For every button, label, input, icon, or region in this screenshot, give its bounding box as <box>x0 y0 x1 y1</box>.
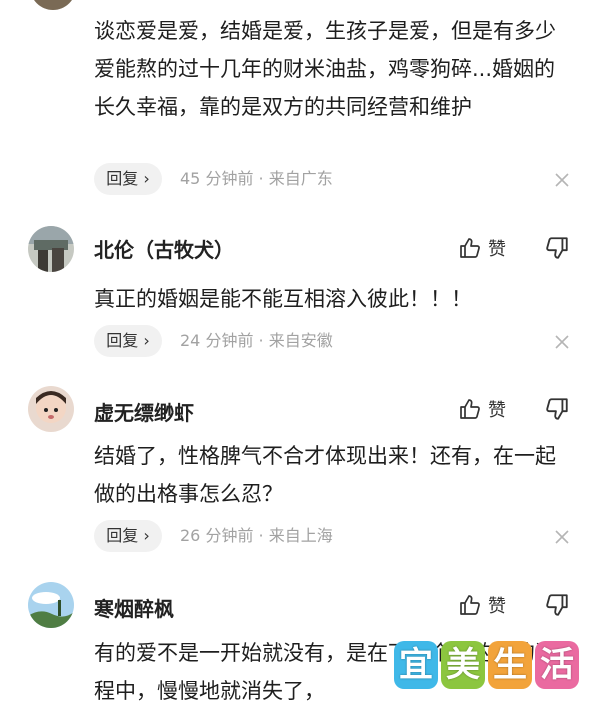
comment-meta: 26 分钟前 · 来自上海 <box>180 526 333 545</box>
like-label: 赞 <box>488 596 506 617</box>
close-icon[interactable] <box>552 527 572 547</box>
username[interactable]: 寒烟醉枫 <box>94 593 174 622</box>
comment-meta: 24 分钟前 · 来自安徽 <box>180 331 333 350</box>
like-button[interactable]: 赞 <box>458 396 506 422</box>
reply-button[interactable]: 回复 › <box>94 520 162 552</box>
avatar[interactable] <box>28 582 74 628</box>
watermark-char: 活 <box>535 641 579 689</box>
watermark-char: 美 <box>441 641 485 689</box>
close-icon[interactable] <box>552 332 572 352</box>
like-label: 赞 <box>488 239 506 260</box>
reply-button[interactable]: 回复 › <box>94 163 162 195</box>
comment-meta: 45 分钟前 · 来自广东 <box>180 169 333 188</box>
close-icon[interactable] <box>552 170 572 190</box>
comment-text: 结婚了，性格脾气不合才体现出来！还有，在一起做的出格事怎么忍？ <box>94 444 556 506</box>
thumbs-down-icon[interactable] <box>544 235 570 261</box>
like-button[interactable]: 赞 <box>458 592 506 618</box>
watermark-logo: 宜 美 生 活 <box>394 641 580 693</box>
username[interactable]: 虚无缥缈虾 <box>94 397 194 426</box>
thumbs-up-icon <box>458 593 482 617</box>
thumbs-down-icon[interactable] <box>544 592 570 618</box>
reply-button[interactable]: 回复 › <box>94 325 162 357</box>
like-label: 赞 <box>488 400 506 421</box>
like-button[interactable]: 赞 <box>458 235 506 261</box>
comment-text: 谈恋爱是爱，结婚是爱，生孩子是爱，但是有多少爱能熬的过十几年的财米油盐，鸡零狗碎… <box>94 19 556 119</box>
username[interactable]: 北伦（古牧犬） <box>94 234 234 263</box>
thumbs-down-icon[interactable] <box>544 396 570 422</box>
avatar[interactable] <box>30 0 76 10</box>
avatar[interactable] <box>28 386 74 432</box>
thumbs-up-icon <box>458 236 482 260</box>
avatar[interactable] <box>28 226 74 272</box>
thumbs-up-icon <box>458 397 482 421</box>
watermark-char: 宜 <box>394 641 438 689</box>
watermark-char: 生 <box>488 641 532 689</box>
comment-text: 真正的婚姻是能不能互相溶入彼此！！！ <box>94 287 472 311</box>
